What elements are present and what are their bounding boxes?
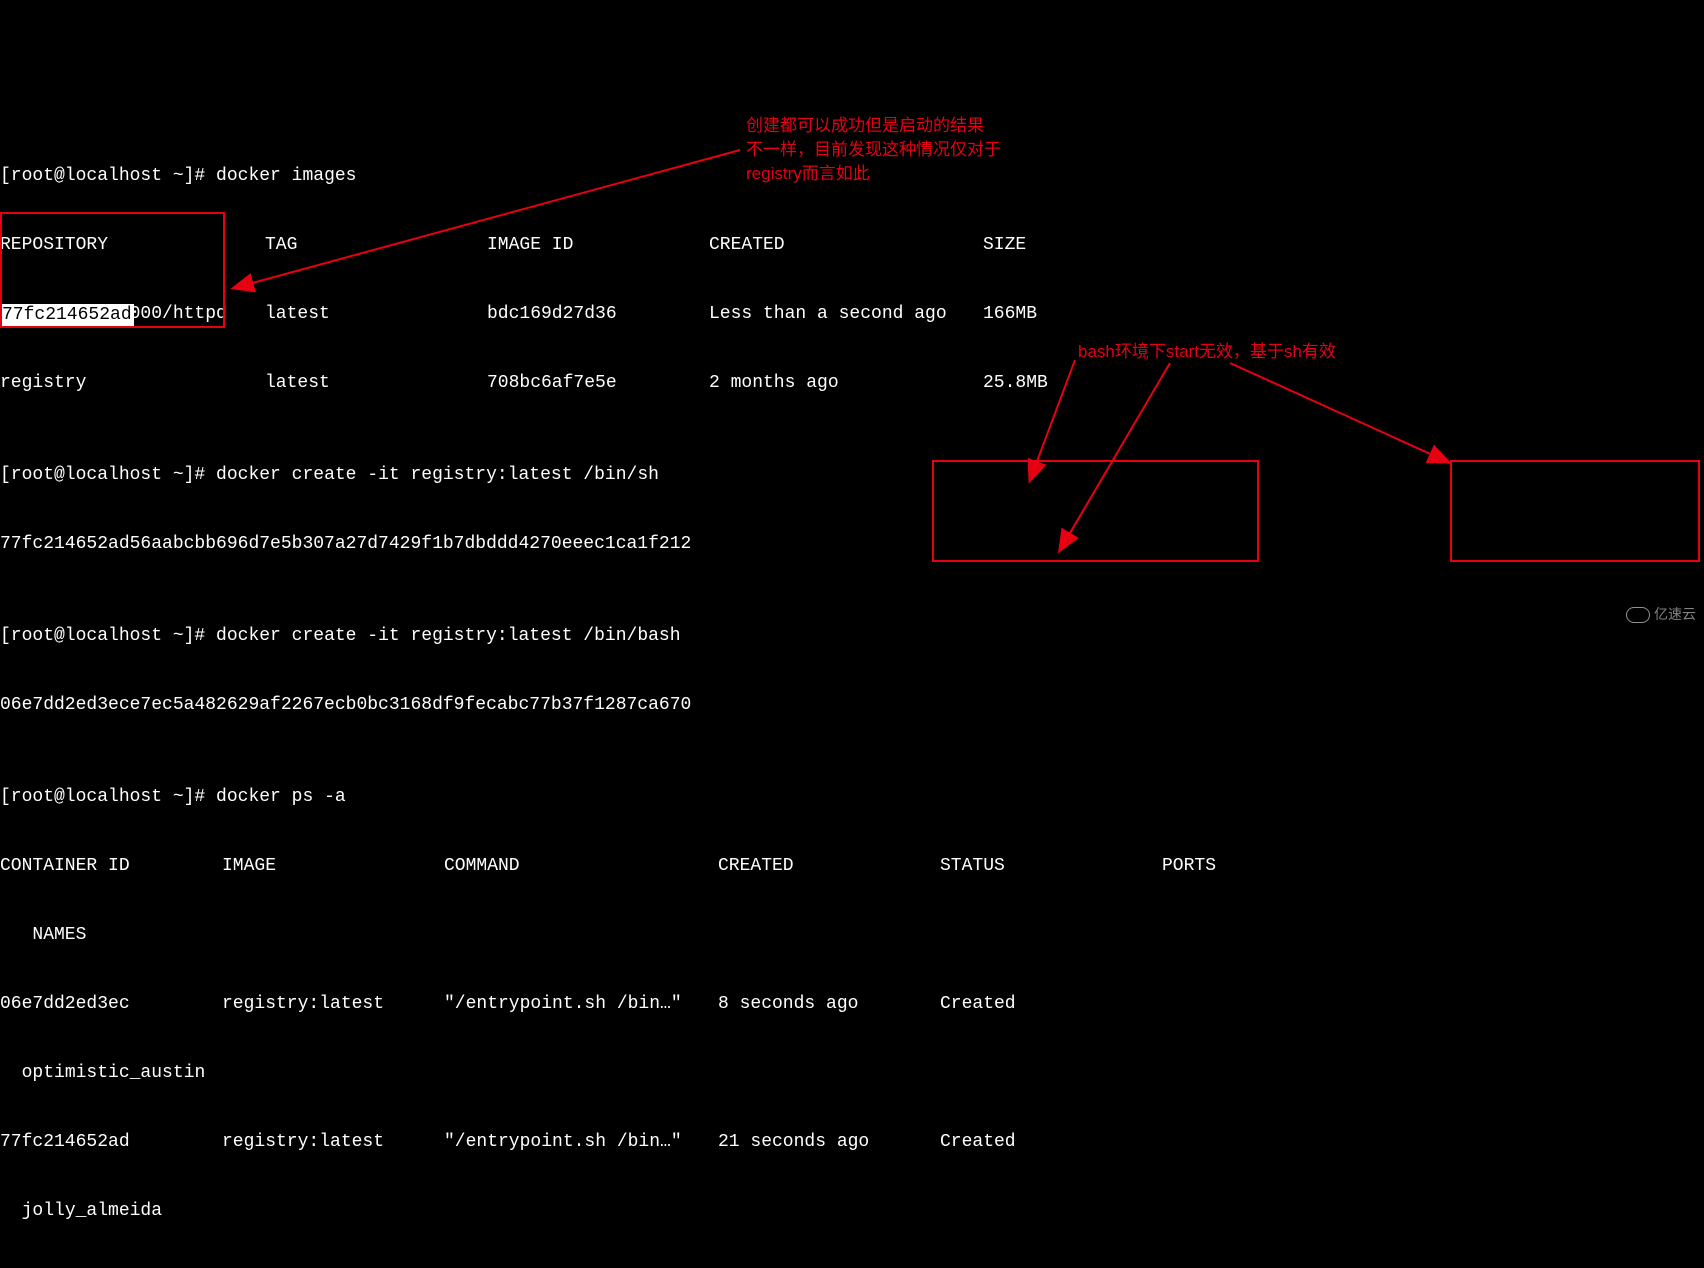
prompt-line: [root@localhost ~]# docker ps -a xyxy=(0,786,1704,809)
ps-row: 77fc214652adregistry:latest"/entrypoint.… xyxy=(0,1131,1704,1154)
watermark: 亿速云 xyxy=(1626,603,1696,626)
highlighted-container-id: 77fc214652ad xyxy=(0,304,134,327)
annotation-note-1: 创建都可以成功但是启动的结果 不一样，目前发现这种情况仅对于 registry而… xyxy=(746,114,1036,186)
images-row: registrylatest708bc6af7e5e2 months ago25… xyxy=(0,372,1704,395)
output-line: 06e7dd2ed3ece7ec5a482629af2267ecb0bc3168… xyxy=(0,694,1704,717)
ps-row-name: jolly_almeida xyxy=(0,1200,1704,1223)
prompt-line: [root@localhost ~]# docker create -it re… xyxy=(0,464,1704,487)
output-line: 77fc214652ad56aabcbb696d7e5b307a27d7429f… xyxy=(0,533,1704,556)
ps-header-row: CONTAINER IDIMAGECOMMANDCREATEDSTATUSPOR… xyxy=(0,855,1704,878)
annotation-note-2: bash环境下start无效，基于sh有效 xyxy=(1078,340,1336,364)
terminal[interactable]: [root@localhost ~]# docker images REPOSI… xyxy=(0,92,1704,1268)
prompt-line: [root@localhost ~]# docker create -it re… xyxy=(0,625,1704,648)
ps-header-names: NAMES xyxy=(0,924,1704,947)
images-row: 20.0.0.149:5000/httpdlatestbdc169d27d36L… xyxy=(0,303,1704,326)
images-header-row: REPOSITORYTAGIMAGE IDCREATEDSIZE xyxy=(0,234,1704,257)
ps-row: 06e7dd2ed3ecregistry:latest"/entrypoint.… xyxy=(0,993,1704,1016)
ps-row-name: optimistic_austin xyxy=(0,1062,1704,1085)
cloud-icon xyxy=(1626,607,1650,623)
